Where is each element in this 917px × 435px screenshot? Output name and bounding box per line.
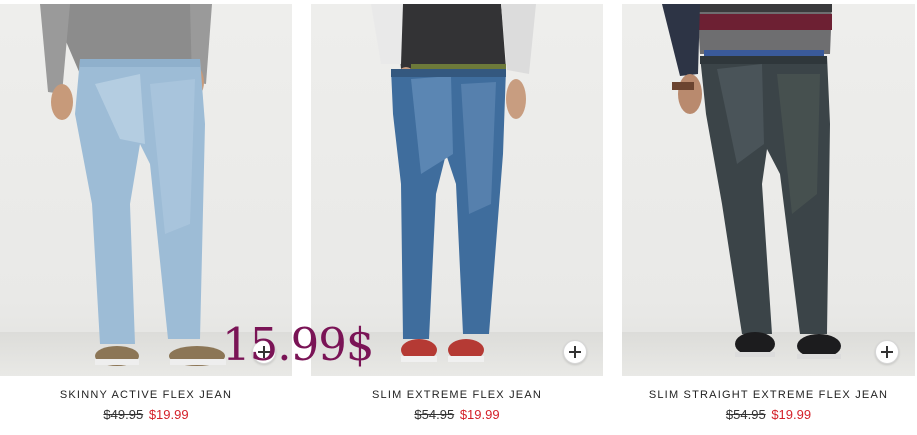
jeans-model-photo — [662, 4, 841, 359]
sale-price: $19.99 — [459, 407, 500, 422]
product-name[interactable]: SKINNY ACTIVE FLEX JEAN — [0, 389, 292, 401]
product-name[interactable]: SLIM EXTREME FLEX JEAN — [311, 389, 603, 401]
sale-price: $19.99 — [148, 407, 189, 422]
price-row: $54.95 $19.99 — [622, 407, 915, 422]
price-row: $49.95 $19.99 — [0, 407, 292, 422]
plus-icon — [569, 346, 581, 358]
original-price: $49.95 — [103, 407, 144, 422]
price-row: $54.95 $19.99 — [311, 407, 603, 422]
original-price: $54.95 — [414, 407, 455, 422]
add-to-bag-button[interactable] — [563, 340, 587, 364]
add-to-bag-button[interactable] — [875, 340, 899, 364]
product-card: SLIM STRAIGHT EXTREME FLEX JEAN $54.95 $… — [622, 4, 915, 422]
overlay-price-text: 15.99$ — [222, 318, 374, 371]
product-image[interactable] — [622, 4, 915, 376]
sale-price: $19.99 — [771, 407, 812, 422]
product-name[interactable]: SLIM STRAIGHT EXTREME FLEX JEAN — [622, 389, 915, 401]
plus-icon — [881, 346, 893, 358]
original-price: $54.95 — [725, 407, 766, 422]
